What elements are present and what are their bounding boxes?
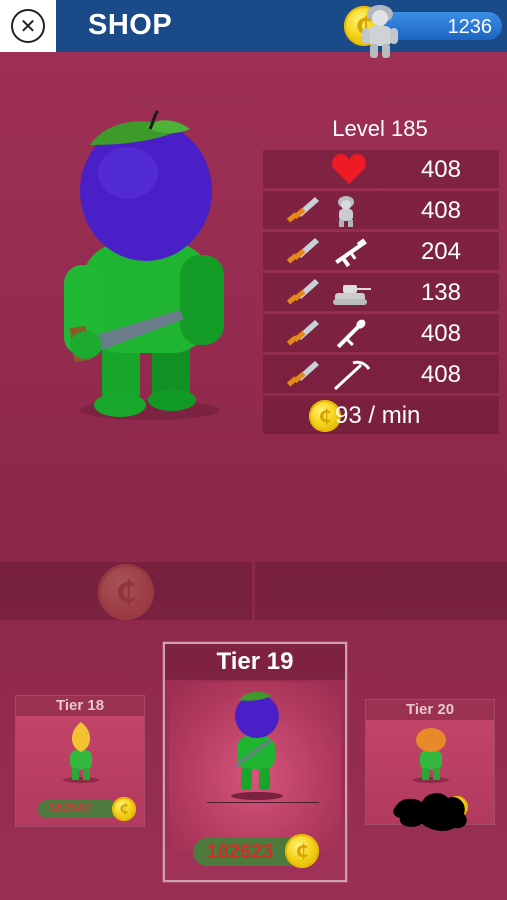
- divider: [207, 802, 319, 803]
- rifle-icon: [335, 238, 367, 268]
- coin-icon: ₵: [98, 564, 154, 620]
- income-rate: 93 / min: [335, 402, 421, 429]
- sword-icon: [286, 279, 319, 305]
- tank-icon: [333, 285, 371, 305]
- card-title: Tier 18: [55, 697, 105, 714]
- character-thumbnail: [413, 728, 449, 783]
- stat-value: 204: [420, 238, 461, 265]
- stat-value: 138: [420, 279, 461, 306]
- stats-panel: 408 408 204 138 408 408 ₵ 93 / min: [263, 150, 499, 434]
- coin-icon: ₵: [285, 834, 319, 868]
- coin-icon: ₵: [112, 797, 136, 821]
- card-header: Tier 18: [16, 696, 144, 716]
- stat-value: 408: [420, 197, 461, 224]
- card-title: Tier 19: [216, 648, 294, 675]
- rocket-launcher-icon: [336, 319, 366, 349]
- soldier-icon: [362, 5, 398, 58]
- character-preview: [64, 109, 224, 420]
- price-value: 182847: [48, 800, 92, 815]
- stat-row-rocket: 408: [263, 314, 499, 352]
- level-label: Level 185: [332, 116, 428, 141]
- tier-card-18[interactable]: Tier 18 182847 ₵: [16, 696, 144, 826]
- locked-silhouette: [393, 793, 467, 831]
- heart-icon: [332, 154, 366, 184]
- currency-toggle: ₵: [0, 562, 507, 620]
- stat-row-pickaxe: 408: [263, 355, 499, 393]
- sword-icon: [286, 238, 319, 264]
- stat-row-health: 408: [263, 150, 499, 188]
- top-bar: ✕ SHOP 1236 ₵: [0, 0, 507, 52]
- close-button[interactable]: ✕: [0, 0, 56, 52]
- stat-row-soldier: 408: [263, 191, 499, 229]
- sword-icon: [286, 361, 319, 387]
- toggle-soldier-tab[interactable]: [255, 562, 507, 620]
- stat-value: 408: [420, 320, 461, 347]
- stat-value: 408: [420, 156, 461, 183]
- card-title: Tier 20: [405, 701, 455, 718]
- character-thumbnail: [231, 691, 283, 800]
- income-row: ₵ 93 / min: [263, 396, 499, 434]
- card-header: Tier 20: [366, 700, 494, 720]
- character-thumbnail: [63, 722, 99, 783]
- toggle-coin-tab[interactable]: ₵: [0, 562, 252, 620]
- stat-value: 408: [420, 361, 461, 388]
- close-icon: ✕: [11, 9, 45, 43]
- page-title: SHOP: [88, 9, 173, 41]
- price-pill[interactable]: 182623 ₵: [193, 834, 319, 868]
- sword-icon: [286, 320, 319, 346]
- stat-row-tank: 138: [263, 273, 499, 311]
- price-pill: 182847 ₵: [38, 797, 136, 821]
- stat-row-rifle: 204: [263, 232, 499, 270]
- tier-card-19[interactable]: Tier 19 182623 ₵: [163, 642, 347, 882]
- coin-balance: 1236: [447, 16, 493, 38]
- card-header: Tier 19: [165, 644, 345, 680]
- card-preview-area: [169, 682, 341, 852]
- pickaxe-icon: [333, 360, 371, 391]
- soldier-icon: [338, 196, 354, 227]
- price-value: 182623: [206, 841, 274, 863]
- sword-icon: [286, 197, 319, 223]
